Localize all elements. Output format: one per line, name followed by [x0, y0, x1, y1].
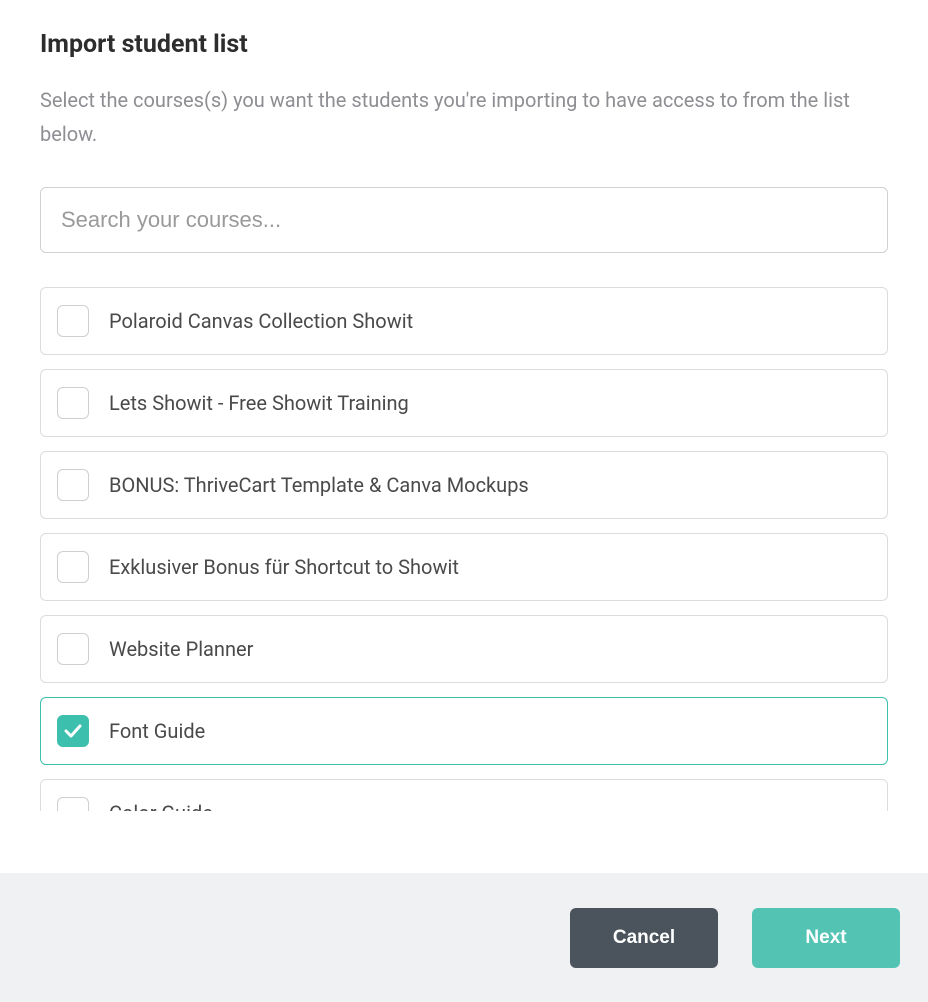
- course-item[interactable]: Website Planner: [40, 615, 888, 683]
- course-item[interactable]: BONUS: ThriveCart Template & Canva Mocku…: [40, 451, 888, 519]
- checkbox[interactable]: [57, 633, 89, 665]
- course-label: Exklusiver Bonus für Shortcut to Showit: [109, 555, 459, 579]
- course-item[interactable]: Color Guide: [40, 779, 888, 811]
- checkbox[interactable]: [57, 387, 89, 419]
- next-button[interactable]: Next: [752, 908, 900, 968]
- checkbox[interactable]: [57, 469, 89, 501]
- check-icon: [64, 724, 82, 738]
- page-subtitle: Select the courses(s) you want the stude…: [40, 83, 888, 151]
- checkbox[interactable]: [57, 305, 89, 337]
- course-label: BONUS: ThriveCart Template & Canva Mocku…: [109, 473, 529, 497]
- course-label: Lets Showit - Free Showit Training: [109, 391, 409, 415]
- course-label: Color Guide: [109, 801, 213, 811]
- course-label: Font Guide: [109, 719, 205, 743]
- search-input[interactable]: [40, 187, 888, 253]
- page-title: Import student list: [40, 30, 888, 59]
- cancel-button[interactable]: Cancel: [570, 908, 718, 968]
- course-list: Polaroid Canvas Collection Showit Lets Sh…: [40, 287, 888, 811]
- course-item[interactable]: Font Guide: [40, 697, 888, 765]
- course-item[interactable]: Polaroid Canvas Collection Showit: [40, 287, 888, 355]
- checkbox[interactable]: [57, 715, 89, 747]
- checkbox[interactable]: [57, 551, 89, 583]
- course-label: Polaroid Canvas Collection Showit: [109, 309, 413, 333]
- course-item[interactable]: Lets Showit - Free Showit Training: [40, 369, 888, 437]
- course-label: Website Planner: [109, 637, 253, 661]
- checkbox[interactable]: [57, 797, 89, 811]
- course-item[interactable]: Exklusiver Bonus für Shortcut to Showit: [40, 533, 888, 601]
- footer: Cancel Next: [0, 873, 928, 1002]
